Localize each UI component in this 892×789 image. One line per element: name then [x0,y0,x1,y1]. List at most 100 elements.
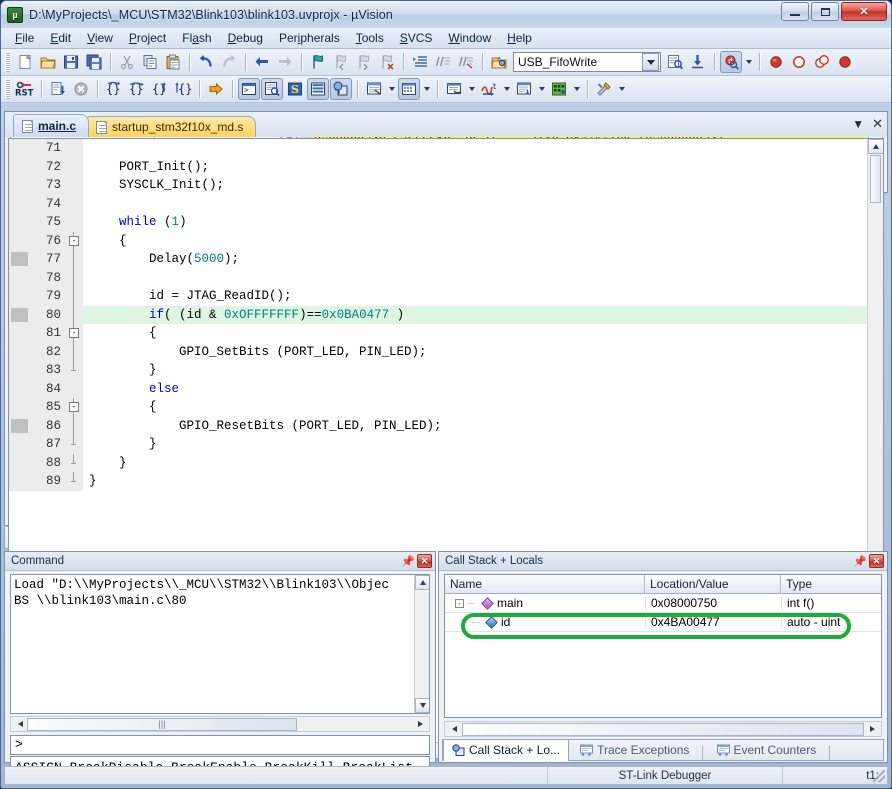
code-line[interactable]: 89} [9,472,867,491]
registers-window-icon[interactable] [307,78,329,100]
breakpoint-margin[interactable] [9,213,31,232]
fold-margin[interactable] [67,380,83,399]
find-in-files-dropdown[interactable]: d [720,51,742,73]
resize-grip[interactable] [873,770,885,782]
minimize-button[interactable] [781,2,809,21]
tab-event-counters[interactable]: Event Counters [709,740,825,760]
chevron-down-icon[interactable] [386,78,397,100]
code-line[interactable]: 75 while (1) [9,213,867,232]
command-horizontal-scrollbar[interactable]: ||| [10,716,430,732]
breakpoint-margin[interactable] [9,287,31,306]
breakpoint-margin[interactable] [9,306,31,325]
toolbar-grip[interactable] [5,52,10,72]
disassembly-window-icon[interactable] [261,78,283,100]
breakpoint-margin[interactable] [9,380,31,399]
reset-cpu-icon[interactable]: RST [14,78,36,100]
navigate-back-icon[interactable] [251,51,273,73]
code-line[interactable]: 88 } [9,454,867,473]
menu-file[interactable]: File [7,29,42,47]
code-line[interactable]: 73 SYSCLK_Init(); [9,176,867,195]
fold-margin[interactable] [67,361,83,380]
chevron-down-icon[interactable] [616,78,627,100]
chevron-down-icon[interactable] [421,78,432,100]
breakpoint-margin[interactable] [9,195,31,214]
symbols-window-icon[interactable]: S [284,78,306,100]
close-icon[interactable]: ✕ [869,554,884,568]
menu-tools[interactable]: Tools [348,29,392,47]
breakpoint-margin[interactable] [9,232,31,251]
breakpoint-margin[interactable] [9,398,31,417]
tree-toggle-icon[interactable]: - [455,599,464,608]
menu-help[interactable]: Help [499,29,540,47]
comment-icon[interactable] [432,51,454,73]
chevron-down-icon[interactable] [571,78,582,100]
bookmark-next-icon[interactable] [353,51,375,73]
code-line[interactable]: 87 } [9,435,867,454]
editor-tab-startup-asm[interactable]: startup_stm32f10x_md.s [87,116,256,137]
toolbox-icon[interactable] [593,78,615,100]
trace-windows-icon[interactable] [513,78,535,100]
copy-icon[interactable] [139,51,161,73]
breakpoint-margin[interactable] [9,269,31,288]
cut-icon[interactable] [116,51,138,73]
menu-view[interactable]: View [79,29,121,47]
scroll-right-icon[interactable] [866,722,881,737]
command-window-icon[interactable]: >_ [238,78,260,100]
bookmark-prev-icon[interactable] [330,51,352,73]
save-all-icon[interactable] [83,51,105,73]
redo-icon[interactable] [218,51,240,73]
code-line[interactable]: 74 [9,195,867,214]
navigate-forward-icon[interactable] [274,51,296,73]
fold-toggle-icon[interactable]: - [69,402,79,412]
fold-margin[interactable] [67,213,83,232]
scrollbar-thumb[interactable] [870,155,881,203]
code-line[interactable]: 71 [9,139,867,158]
close-icon[interactable]: ✕ [417,554,432,568]
command-output[interactable]: Load "D:\\MyProjects\\_MCU\\STM32\\Blink… [10,574,430,714]
fold-margin[interactable] [67,343,83,362]
scrollbar-thumb[interactable] [462,723,864,736]
menu-window[interactable]: Window [440,29,499,47]
kill-breakpoint-icon[interactable] [788,51,810,73]
editor-tab-main-c[interactable]: main.c [13,114,89,137]
breakpoint-margin[interactable] [9,361,31,380]
insert-breakpoint-icon[interactable] [765,51,787,73]
breakpoint-margin[interactable] [9,417,31,436]
toolbar-grip[interactable] [5,79,10,99]
target-select[interactable]: USB_FifoWrite [513,52,661,72]
tab-trace-exceptions[interactable]: Trace Exceptions [572,740,697,760]
run-to-cursor-icon[interactable]: {} [172,78,194,100]
pin-icon[interactable]: 📌 [853,554,867,568]
event-counters-icon[interactable] [548,78,570,100]
code-line[interactable]: 84 else [9,380,867,399]
fold-margin[interactable]: - [67,398,83,417]
chevron-down-icon[interactable] [536,78,547,100]
fold-margin[interactable] [67,417,83,436]
chevron-down-icon[interactable] [743,51,754,73]
code-line[interactable]: 80 if( (id & 0xOFFFFFFF)==0x0BA0477 ) [9,306,867,325]
run-icon[interactable] [47,78,69,100]
breakpoint-margin[interactable] [9,176,31,195]
manage-components-icon[interactable] [687,51,709,73]
fold-margin[interactable]: - [67,232,83,251]
bookmark-toggle-icon[interactable] [307,51,329,73]
fold-margin[interactable] [67,472,83,491]
command-input[interactable]: > [10,735,430,755]
call-stack-row[interactable]: -···main0x08000750int f() [445,594,881,613]
scroll-right-icon[interactable] [414,717,429,732]
chevron-down-icon[interactable]: ▼ [852,117,864,131]
call-stack-row-list[interactable]: -···main0x08000750int f()····id0x4BA0047… [445,594,881,632]
code-line[interactable]: 77 Delay(5000); [9,250,867,269]
scroll-left-icon[interactable] [445,722,460,737]
chevron-down-icon[interactable] [466,78,477,100]
target-options-icon2[interactable] [664,51,686,73]
indent-icon[interactable] [409,51,431,73]
scroll-down-icon[interactable] [415,698,430,713]
fold-margin[interactable] [67,158,83,177]
fold-margin[interactable] [67,195,83,214]
fold-margin[interactable] [67,139,83,158]
menu-peripherals[interactable]: Peripherals [271,29,348,47]
fold-margin[interactable] [67,306,83,325]
fold-margin[interactable] [67,435,83,454]
fold-margin[interactable] [67,269,83,288]
